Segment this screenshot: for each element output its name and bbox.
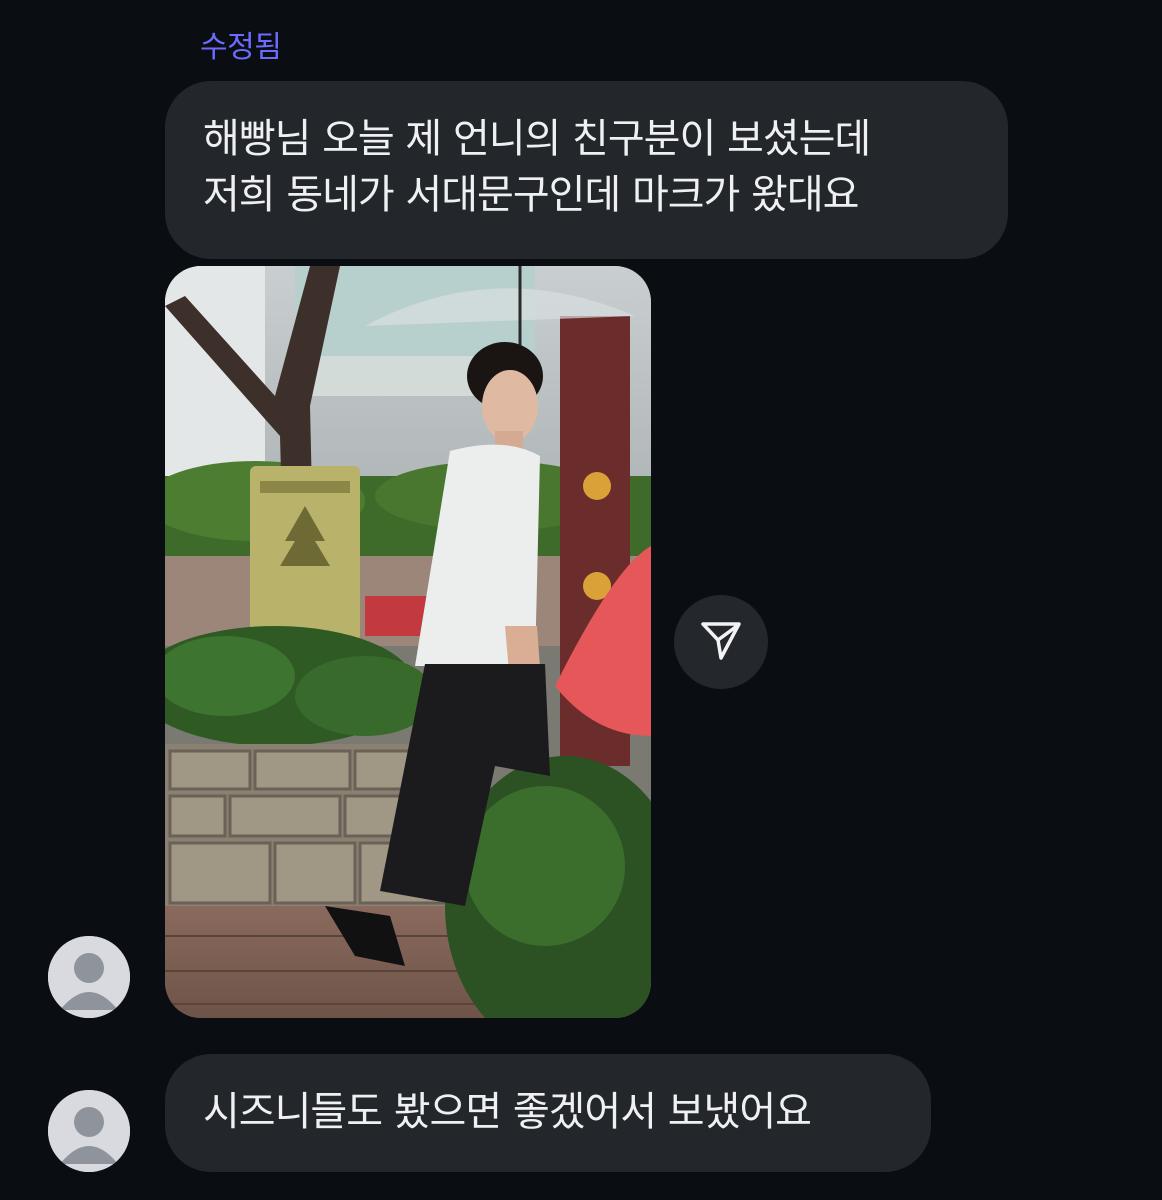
edited-label: 수정됨 — [200, 30, 282, 65]
share-button[interactable] — [674, 595, 768, 689]
message-text: 시즈니들도 봤으면 좋겠어서 보냈어요 — [203, 1089, 812, 1135]
default-user-icon — [48, 936, 130, 1018]
default-user-icon — [48, 1090, 130, 1172]
avatar[interactable] — [48, 936, 130, 1018]
message-bubble[interactable]: 시즈니들도 봤으면 좋겠어서 보냈어요 — [165, 1054, 931, 1172]
paper-plane-icon — [699, 618, 743, 666]
message-bubble[interactable]: 해빵님 오늘 제 언니의 친구분이 보셨는데 저희 동네가 서대문구인데 마크가… — [165, 81, 1008, 259]
shared-photo[interactable] — [165, 266, 651, 1018]
avatar[interactable] — [48, 1090, 130, 1172]
message-text-line: 해빵님 오늘 제 언니의 친구분이 보셨는데 — [203, 116, 871, 162]
chat-thread: 수정됨 해빵님 오늘 제 언니의 친구분이 보셨는데 저희 동네가 서대문구인데… — [0, 0, 1162, 1200]
message-text-line: 저희 동네가 서대문구인데 마크가 왔대요 — [203, 172, 859, 218]
